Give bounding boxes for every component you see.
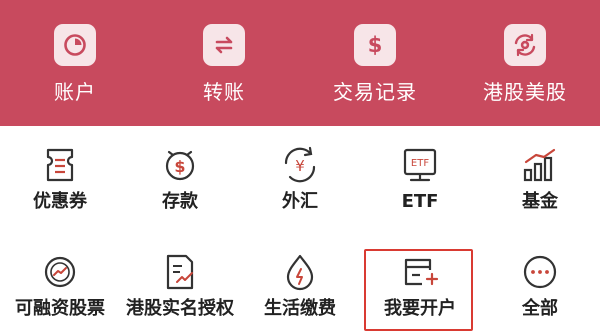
top-nav-transfer[interactable]: 转账 xyxy=(149,0,299,126)
service-fund[interactable]: 基金 xyxy=(480,133,600,229)
pie-chart-icon xyxy=(54,24,96,66)
margin-stock-icon xyxy=(37,252,83,292)
service-hk-realname-auth[interactable]: 港股实名授权 xyxy=(120,240,240,336)
service-coupons[interactable]: 优惠券 xyxy=(0,133,120,229)
coupon-icon xyxy=(37,145,83,185)
service-utility-payment[interactable]: 生活缴费 xyxy=(240,240,360,336)
svg-text:$: $ xyxy=(368,33,383,57)
service-label: 优惠券 xyxy=(33,191,87,212)
service-label: 港股实名授权 xyxy=(126,298,234,319)
top-nav-label: 账户 xyxy=(54,80,96,104)
forex-icon: ¥ xyxy=(277,145,323,185)
currency-exchange-icon xyxy=(504,24,546,66)
top-nav-account[interactable]: 账户 xyxy=(0,0,150,126)
service-forex[interactable]: ¥ 外汇 xyxy=(240,133,360,229)
etf-icon-text: ETF xyxy=(411,158,429,169)
service-label: 生活缴费 xyxy=(264,298,336,319)
service-deposit[interactable]: $ 存款 xyxy=(120,133,240,229)
top-nav-hk-us-stocks[interactable]: 港股美股 xyxy=(450,0,600,126)
service-label: 可融资股票 xyxy=(15,298,105,319)
highlight-box xyxy=(364,249,473,331)
top-nav-banner: 账户 转账 $ 交易记录 港股美股 xyxy=(0,0,600,126)
service-label: ETF xyxy=(401,191,439,212)
top-nav-label: 转账 xyxy=(203,80,245,104)
top-nav-label: 港股美股 xyxy=(483,80,567,104)
authorization-doc-icon xyxy=(157,252,203,292)
svg-text:¥: ¥ xyxy=(295,157,305,175)
top-nav-label: 交易记录 xyxy=(333,80,417,104)
service-label: 基金 xyxy=(522,191,558,212)
more-icon xyxy=(517,252,563,292)
service-label: 外汇 xyxy=(282,191,318,212)
service-etf[interactable]: ETF ETF xyxy=(360,133,480,229)
service-label: 存款 xyxy=(162,191,198,212)
service-all[interactable]: 全部 xyxy=(480,240,600,336)
svg-text:$: $ xyxy=(174,157,185,176)
fund-chart-icon xyxy=(517,145,563,185)
service-label: 全部 xyxy=(522,298,558,319)
transfer-arrows-icon xyxy=(203,24,245,66)
dollar-icon: $ xyxy=(354,24,396,66)
top-nav-transactions[interactable]: $ 交易记录 xyxy=(300,0,450,126)
service-margin-stocks[interactable]: 可融资股票 xyxy=(0,240,120,336)
utility-payment-icon xyxy=(277,252,323,292)
deposit-icon: $ xyxy=(157,145,203,185)
etf-icon: ETF xyxy=(397,145,443,185)
